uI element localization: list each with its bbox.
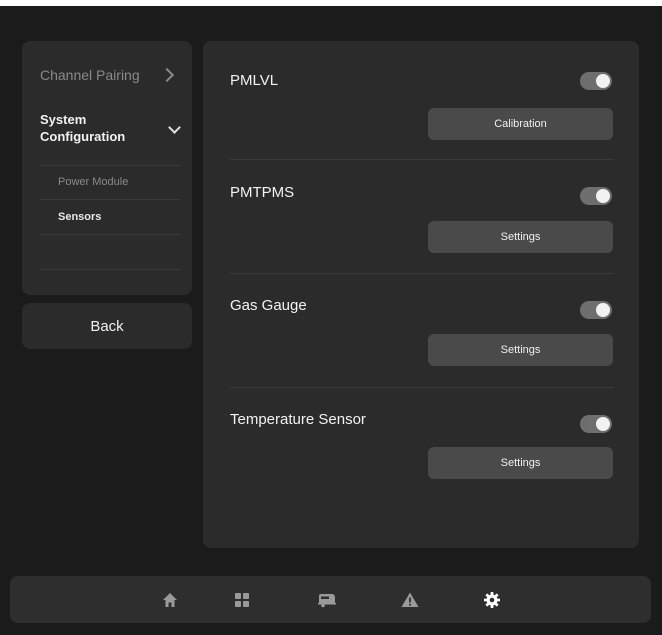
grid-icon[interactable] xyxy=(232,590,252,610)
bottom-nav xyxy=(10,576,651,623)
sensor-label: Temperature Sensor xyxy=(230,411,366,428)
calibration-button[interactable]: Calibration xyxy=(428,108,613,140)
rv-icon[interactable] xyxy=(317,590,337,610)
toggle-knob xyxy=(596,74,610,88)
pmlvl-toggle[interactable] xyxy=(580,72,612,90)
back-button[interactable]: Back xyxy=(22,303,192,349)
divider xyxy=(40,234,180,235)
sensor-label: PMTPMS xyxy=(230,184,295,201)
divider xyxy=(40,165,180,166)
sidebar-item-channel-pairing[interactable]: Channel Pairing xyxy=(40,63,180,87)
divider xyxy=(230,159,614,160)
chevron-right-icon xyxy=(159,67,175,83)
sensor-label: PMLVL xyxy=(230,72,279,89)
divider xyxy=(230,387,614,388)
gas-gauge-settings-button[interactable]: Settings xyxy=(428,334,613,366)
sidebar-item-label: Channel Pairing xyxy=(40,67,140,83)
warning-icon[interactable] xyxy=(400,590,420,610)
sidebar: Channel Pairing System Configuration Pow… xyxy=(22,41,192,295)
sidebar-item-label-line1: System xyxy=(40,112,87,127)
gas-gauge-toggle[interactable] xyxy=(580,301,612,319)
toggle-knob xyxy=(596,417,610,431)
toggle-knob xyxy=(596,303,610,317)
gear-icon[interactable] xyxy=(482,590,502,610)
divider xyxy=(40,269,180,270)
divider xyxy=(40,199,180,200)
temperature-sensor-toggle[interactable] xyxy=(580,415,612,433)
sidebar-item-system-configuration[interactable]: System Configuration xyxy=(40,111,185,145)
app-screen: Channel Pairing System Configuration Pow… xyxy=(0,6,662,635)
sidebar-item-sensors[interactable]: Sensors xyxy=(58,211,101,223)
toggle-knob xyxy=(596,189,610,203)
sidebar-item-power-module[interactable]: Power Module xyxy=(58,176,128,188)
pmtpms-toggle[interactable] xyxy=(580,187,612,205)
sensors-panel: PMLVL Calibration PMTPMS Settings Gas Ga… xyxy=(203,41,639,548)
home-icon[interactable] xyxy=(160,590,180,610)
sidebar-item-label-line2: Configuration xyxy=(40,129,126,144)
divider xyxy=(230,273,614,274)
temperature-sensor-settings-button[interactable]: Settings xyxy=(428,447,613,479)
sensor-label: Gas Gauge xyxy=(230,297,307,314)
pmtpms-settings-button[interactable]: Settings xyxy=(428,221,613,253)
